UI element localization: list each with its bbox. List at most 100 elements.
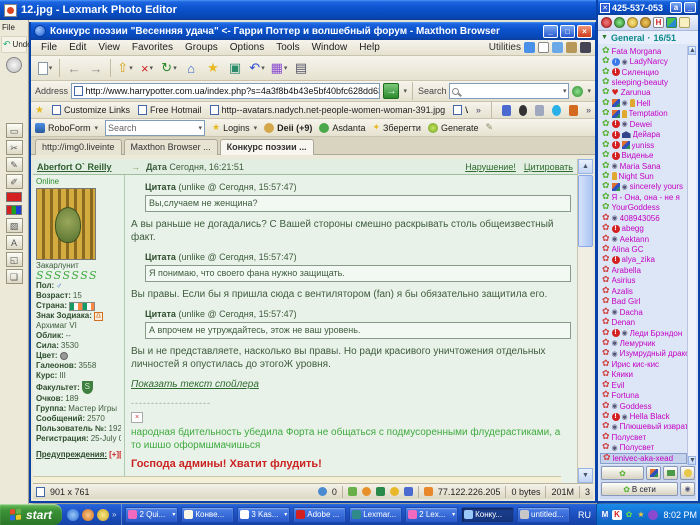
contact-row[interactable]: ✿ YourGoddess (600, 203, 687, 213)
contact-row[interactable]: ✿ ◉ Maria Sana (600, 161, 687, 171)
roboform-passcard-deii[interactable]: Deii (+9) (264, 122, 312, 133)
contact-row[interactable]: ✿ Evil (600, 380, 687, 390)
contact-row[interactable]: ✿ ◉ Плюшевый изврат (600, 422, 687, 432)
lexmark-file-menu[interactable]: File (0, 20, 28, 35)
menu-item-help[interactable]: Help (353, 42, 386, 53)
contact-row[interactable]: ✿ ◉ sincerely yours (600, 182, 687, 192)
icq-menu-button[interactable]: a (670, 2, 682, 13)
notes-icon[interactable] (679, 17, 690, 28)
icq-title-bar[interactable]: ✕ 425-537-053 a _ (598, 0, 698, 15)
utility-notes-icon[interactable] (552, 42, 563, 53)
contact-scrollbar[interactable]: ▲ ▼ (687, 46, 696, 465)
roboform-search-input[interactable]: Search ▾ (105, 119, 206, 136)
undo-button[interactable]: ↶ ▾ (247, 58, 267, 78)
tab-active[interactable]: Конкурс поэзии ... (219, 138, 314, 155)
contact-row[interactable]: ✿! ◉ Dewei (600, 119, 687, 129)
message-button[interactable] (646, 466, 661, 480)
status-flower-icon[interactable] (601, 17, 612, 28)
contact-row[interactable]: ✿ Я - Она, она - не я (600, 192, 687, 202)
ext-icon-4[interactable] (552, 104, 562, 116)
maximize-button[interactable]: □ (560, 24, 575, 38)
pencil-tool-button[interactable]: ✎ (5, 157, 23, 172)
fill-tool-button[interactable]: ▨ (5, 218, 23, 233)
zoom-tool-icon[interactable] (6, 57, 22, 73)
ext-icon-3[interactable] (535, 104, 545, 116)
scroll-up-arrow[interactable]: ▲ (578, 159, 593, 174)
contact-row[interactable]: ✿ Asirius (600, 276, 687, 286)
sound-icon[interactable] (627, 17, 638, 28)
xtraz-icon[interactable] (666, 17, 677, 28)
search-user-button[interactable] (680, 466, 695, 480)
up-button[interactable]: ⇧ ▾ (115, 58, 135, 78)
taskbar-task[interactable]: Конку... (461, 506, 515, 523)
phone-icon[interactable] (640, 17, 651, 28)
contact-row[interactable]: ✿ ◉ 408943056 (600, 213, 687, 223)
roboform-save-button[interactable]: ✦ Зберегти (372, 122, 421, 133)
scroll-thumb[interactable] (578, 175, 593, 247)
taskbar-task[interactable]: 2 Lex... ▾ (405, 506, 459, 523)
icq-minimize-button[interactable]: _ (684, 2, 696, 13)
menu-item-file[interactable]: File (35, 42, 63, 53)
contact-row[interactable]: ✿ ◉ Полусвет (600, 443, 687, 453)
color-swatch-red[interactable] (6, 192, 22, 202)
contact-row[interactable]: ✿ Fortuna (600, 390, 687, 401)
contact-row[interactable]: ✿ Azalis (600, 286, 687, 296)
capture-button[interactable]: ▣ (225, 58, 245, 78)
quote-link[interactable]: Цитировать (524, 162, 573, 172)
online-status-button[interactable]: ✿ В сети (601, 482, 678, 496)
favorites-button[interactable]: ★ (203, 58, 223, 78)
contact-row[interactable]: ✿ lenivec-aka-xead (600, 453, 687, 464)
taskbar-task[interactable]: 2 Qui... ▾ (125, 506, 179, 523)
contact-row[interactable]: ✿ sleeping-beauty (600, 77, 687, 88)
kaspersky-tray-icon[interactable]: K (612, 509, 622, 520)
browser-title-bar[interactable]: Конкурс поэзии "Весенняя удача" <- Гарри… (31, 22, 595, 40)
services-icon[interactable] (614, 17, 625, 28)
clock[interactable]: 8:02 PM (663, 510, 697, 520)
eraser-tool-button[interactable]: ◱ (5, 252, 23, 267)
select-tool-button[interactable]: ▭ (5, 123, 23, 138)
panels-button[interactable]: ▤ (291, 58, 311, 78)
menu-item-tools[interactable]: Tools (270, 42, 305, 53)
search-input[interactable]: ▾ (449, 83, 570, 99)
contact-row[interactable]: ✿ Denan (600, 317, 687, 328)
link-item[interactable]: Windows (453, 105, 468, 115)
link-item[interactable]: http--avatars.nadych.net-people-women-wo… (209, 105, 445, 115)
star-tray-icon[interactable]: ★ (636, 510, 646, 520)
minimize-button[interactable]: _ (543, 24, 558, 38)
home-button[interactable]: ⌂ (181, 58, 201, 78)
brush-tool-button[interactable]: ✐ (5, 174, 23, 189)
roboform-logins-button[interactable]: ★ Logins ▾ (212, 122, 257, 133)
contact-row[interactable]: ✿ Alina GC (600, 244, 687, 255)
utility-proxy-icon[interactable] (524, 42, 535, 53)
media-button[interactable]: ▦ ▾ (269, 58, 289, 78)
contact-row[interactable]: ✿! Силенцио (600, 67, 687, 77)
filter-icon[interactable] (347, 487, 357, 496)
color-palette[interactable] (6, 205, 22, 215)
contact-row[interactable]: ✿ Bad Girl (600, 297, 687, 307)
contact-row[interactable]: ✿ ◉ Hell (600, 98, 687, 108)
flower-icon[interactable] (97, 508, 109, 521)
contact-row[interactable]: ✿! abegg (600, 223, 687, 234)
menu-item-edit[interactable]: Edit (63, 42, 92, 53)
ie-icon[interactable] (67, 508, 79, 521)
menu-item-favorites[interactable]: Favorites (126, 42, 179, 53)
contact-row[interactable]: ✿! Дейара (600, 130, 687, 140)
ext-icon-2[interactable] (518, 104, 528, 116)
taskbar-task[interactable]: 3 Kas... ▾ (237, 506, 291, 523)
contact-row[interactable]: ✿! ◉ Леди Брэндон (600, 328, 687, 338)
scroll-down-arrow[interactable]: ▼ (578, 468, 593, 483)
icq-flower-tray-icon[interactable]: ✿ (624, 510, 634, 520)
mail-button[interactable] (663, 466, 678, 480)
ext-overflow-chevron[interactable]: » (586, 105, 591, 115)
contact-row[interactable]: ✿ Полусвет (600, 432, 687, 442)
menu-item-options[interactable]: Options (224, 42, 270, 53)
contact-row[interactable]: ✿ Кяики (600, 370, 687, 380)
link-item[interactable]: Customize Links (51, 105, 130, 115)
contact-row[interactable]: ✿ ◉ Изумрудный дракон (600, 349, 687, 359)
taskbar-task[interactable]: untitled... (517, 506, 570, 523)
utility-tools-icon[interactable] (580, 42, 591, 53)
roboform-passcard-asdanta[interactable]: Asdanta (319, 122, 365, 133)
maxthon-tray-icon[interactable]: M (600, 509, 610, 520)
plugin-icon[interactable] (375, 487, 385, 496)
taskbar-task[interactable]: Конве... (181, 506, 235, 523)
